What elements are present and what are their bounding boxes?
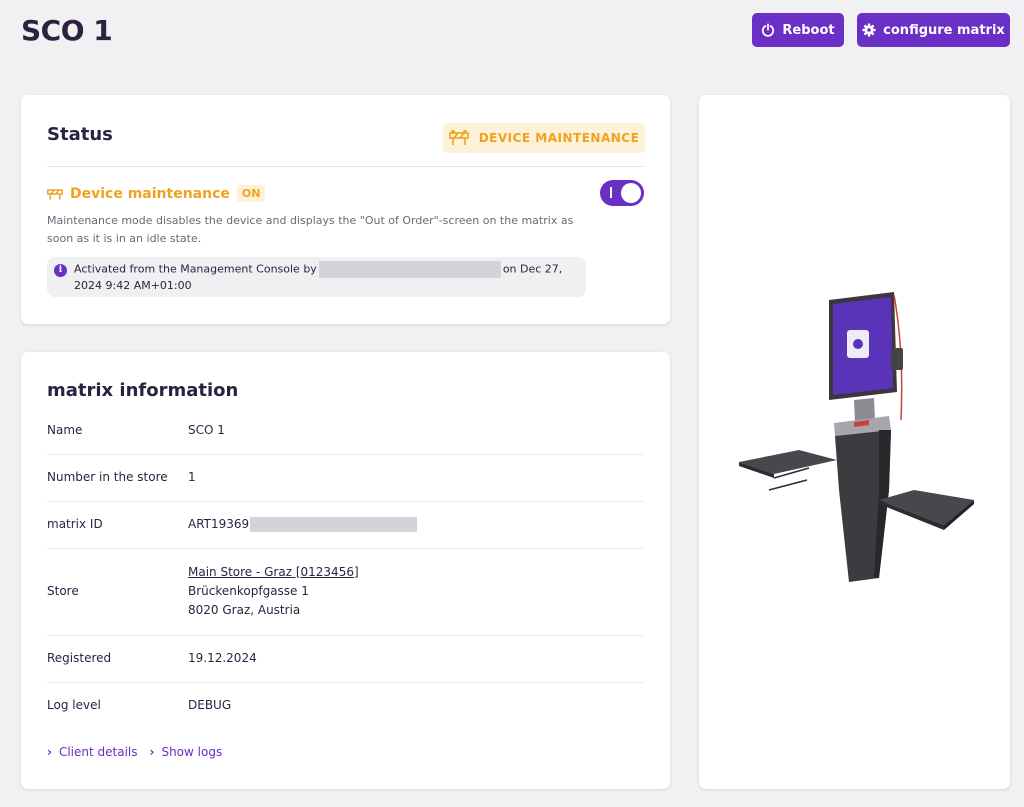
barrier-icon	[47, 188, 63, 200]
redacted-matrix-id	[250, 517, 418, 532]
kiosk-illustration	[739, 292, 974, 582]
store-value: Main Store - Graz [0123456] Brückenkopfg…	[188, 563, 359, 620]
reboot-button-label: Reboot	[782, 22, 835, 38]
toggle-on-mark	[610, 187, 612, 198]
activation-prefix: Activated from the Management Console by	[74, 262, 317, 276]
store-link[interactable]: Main Store - Graz [0123456]	[188, 563, 359, 582]
info-icon: i	[54, 264, 67, 277]
matrix-information-card: matrix information Name SCO 1 Number in …	[21, 352, 670, 789]
info-row-label: Log level	[47, 698, 101, 712]
info-row-value: SCO 1	[188, 423, 225, 437]
row-divider	[47, 548, 644, 549]
info-row-value: DEBUG	[188, 698, 232, 712]
info-row-value-wrap: ART19369	[188, 515, 418, 534]
maintenance-row: Device maintenance ON	[47, 185, 266, 202]
row-divider	[47, 501, 644, 502]
info-row-label: Name	[47, 423, 83, 437]
configure-matrix-button[interactable]: configure matrix	[857, 13, 1010, 47]
info-row-label: matrix ID	[47, 517, 103, 531]
row-divider	[47, 682, 644, 683]
info-row-value: 19.12.2024	[188, 651, 257, 665]
info-row-value: 1	[188, 470, 196, 484]
status-badge: DEVICE MAINTENANCE	[443, 123, 645, 153]
maintenance-description: Maintenance mode disables the device and…	[47, 214, 574, 245]
barrier-icon	[448, 130, 469, 145]
configure-matrix-button-label: configure matrix	[883, 22, 1005, 38]
page-title: SCO 1	[21, 14, 113, 47]
redacted-user	[318, 261, 501, 278]
maintenance-toggle[interactable]	[600, 180, 644, 206]
power-icon	[762, 23, 775, 37]
info-row-label: Number in the store	[47, 470, 168, 484]
matrix-information-title: matrix information	[47, 380, 239, 401]
row-divider	[47, 635, 644, 636]
store-city: 8020 Graz, Austria	[188, 603, 301, 617]
activation-info-box: i Activated from the Management Console …	[47, 257, 586, 297]
maintenance-state-badge: ON	[236, 185, 266, 202]
chevron-right-icon: ›	[47, 745, 52, 759]
store-street: Brückenkopfgasse 1	[188, 584, 309, 598]
status-card: Status DEVICE MAINTENANCE Device mainten…	[21, 95, 670, 324]
gear-icon	[862, 23, 876, 37]
status-divider	[47, 166, 644, 167]
show-logs-label: Show logs	[161, 745, 223, 759]
status-badge-label: DEVICE MAINTENANCE	[478, 131, 640, 145]
activation-info-text: Activated from the Management Console by…	[74, 261, 574, 294]
toggle-knob	[621, 183, 641, 203]
matrix-id-value: ART19369	[188, 517, 250, 531]
client-details-label: Client details	[58, 745, 138, 759]
client-details-link[interactable]: › Client details	[47, 745, 138, 759]
maintenance-label: Device maintenance	[70, 185, 230, 202]
status-title: Status	[47, 124, 113, 145]
device-image-card	[699, 95, 1010, 789]
chevron-right-icon: ›	[149, 745, 155, 759]
info-row-label: Registered	[47, 651, 112, 665]
info-row-label: Store	[47, 584, 79, 598]
show-logs-link[interactable]: › Show logs	[150, 745, 223, 759]
row-divider	[47, 454, 644, 455]
info-links: › Client details › Show logs	[47, 745, 222, 759]
reboot-button[interactable]: Reboot	[752, 13, 844, 47]
